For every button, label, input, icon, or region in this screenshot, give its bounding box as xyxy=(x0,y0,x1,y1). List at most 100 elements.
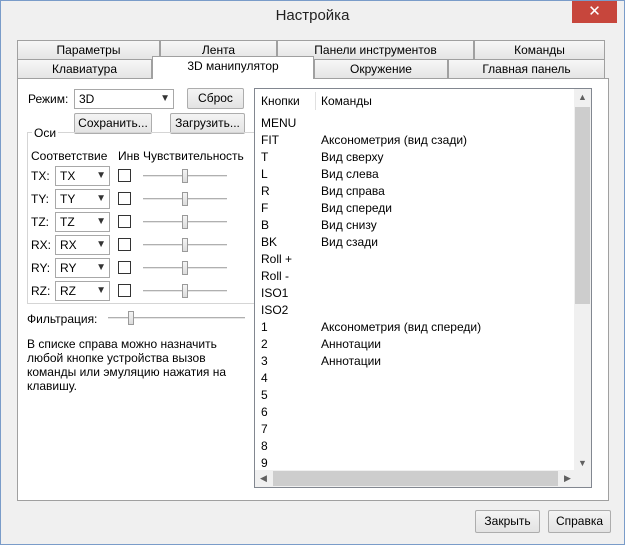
load-button[interactable]: Загрузить... xyxy=(170,113,245,134)
list-item[interactable]: T Вид сверху xyxy=(255,149,573,166)
list-item-button: 6 xyxy=(261,405,268,419)
slider-thumb[interactable] xyxy=(182,238,188,252)
title-bar[interactable]: Настройка ✕ xyxy=(1,1,624,31)
axis-invert-checkbox[interactable] xyxy=(118,215,131,228)
horizontal-scrollbar[interactable]: ◀ ▶ xyxy=(255,470,576,487)
list-item[interactable]: R Вид справа xyxy=(255,183,573,200)
slider-thumb[interactable] xyxy=(182,261,188,275)
axes-group-title: Оси xyxy=(32,126,59,140)
axis-label: TY: xyxy=(31,192,50,206)
column-separator[interactable] xyxy=(315,92,316,110)
axis-sensitivity-slider[interactable] xyxy=(143,284,227,298)
list-item[interactable]: 2 Аннотации xyxy=(255,336,573,353)
list-item-button: 7 xyxy=(261,422,268,436)
axis-sensitivity-slider[interactable] xyxy=(143,261,227,275)
list-item[interactable]: ISO1 xyxy=(255,285,573,302)
list-item-command: Вид слева xyxy=(321,167,379,181)
list-item[interactable]: 5 xyxy=(255,387,573,404)
commands-column-header[interactable]: Команды xyxy=(321,94,372,108)
list-item[interactable]: FIT Аксонометрия (вид сзади) xyxy=(255,132,573,149)
axis-mapping-select[interactable]: TY ▼ xyxy=(55,189,110,209)
list-item-command: Вид сверху xyxy=(321,150,384,164)
axis-sensitivity-slider[interactable] xyxy=(143,238,227,252)
button-command-list[interactable]: Кнопки Команды MENU FIT Аксонометрия (вид … xyxy=(254,88,592,488)
mode-value: 3D xyxy=(79,92,95,106)
close-button[interactable]: Закрыть xyxy=(475,510,540,533)
list-item-command: Вид справа xyxy=(321,184,385,198)
vertical-scrollbar[interactable]: ▲ ▼ xyxy=(574,89,591,472)
list-item-command: Вид снизу xyxy=(321,218,377,232)
list-item[interactable]: ISO2 xyxy=(255,302,573,319)
vertical-scroll-thumb[interactable] xyxy=(575,107,590,304)
reset-button[interactable]: Сброс xyxy=(187,88,244,109)
horizontal-scroll-thumb[interactable] xyxy=(273,471,558,486)
list-item[interactable]: Roll + xyxy=(255,251,573,268)
chevron-down-icon: ▼ xyxy=(96,239,106,250)
list-item[interactable]: 4 xyxy=(255,370,573,387)
tab-panel-3d-manipulator: Режим: 3D ▼ Сброс Сохранить... Загрузить… xyxy=(17,78,609,501)
axis-sensitivity-slider[interactable] xyxy=(143,169,227,183)
filter-label: Фильтрация: xyxy=(27,312,98,326)
list-item[interactable]: 8 xyxy=(255,438,573,455)
axis-mapping-select[interactable]: RZ ▼ xyxy=(55,281,110,301)
invert-column-header: Инв xyxy=(118,149,140,163)
list-item-button: R xyxy=(261,184,270,198)
slider-thumb[interactable] xyxy=(182,169,188,183)
buttons-column-header[interactable]: Кнопки xyxy=(261,94,300,108)
axis-label: RX: xyxy=(31,238,52,252)
axis-invert-checkbox[interactable] xyxy=(118,284,131,297)
tab-main-panel[interactable]: Главная панель xyxy=(448,59,605,78)
mode-select[interactable]: 3D ▼ xyxy=(74,89,174,109)
chevron-down-icon: ▼ xyxy=(96,262,106,273)
tab-keyboard[interactable]: Клавиатура xyxy=(17,59,152,78)
list-item[interactable]: BK Вид сзади xyxy=(255,234,573,251)
arrow-up-icon[interactable]: ▲ xyxy=(574,89,591,106)
axis-mapping-select[interactable]: TZ ▼ xyxy=(55,212,110,232)
list-item[interactable]: MENU xyxy=(255,115,573,132)
axis-sensitivity-slider[interactable] xyxy=(143,215,227,229)
list-item[interactable]: L Вид слева xyxy=(255,166,573,183)
filter-slider[interactable] xyxy=(108,311,245,325)
axis-invert-checkbox[interactable] xyxy=(118,192,131,205)
arrow-left-icon[interactable]: ◀ xyxy=(255,470,272,487)
axis-sensitivity-slider[interactable] xyxy=(143,192,227,206)
axis-invert-checkbox[interactable] xyxy=(118,238,131,251)
slider-thumb[interactable] xyxy=(182,215,188,229)
list-item[interactable]: 3 Аннотации xyxy=(255,353,573,370)
axis-mapping-select[interactable]: RY ▼ xyxy=(55,258,110,278)
list-item[interactable]: Roll - xyxy=(255,268,573,285)
tab-parameters[interactable]: Параметры xyxy=(17,40,160,59)
list-item-button: B xyxy=(261,218,270,232)
axis-mapping-select[interactable]: RX ▼ xyxy=(55,235,110,255)
mapping-column-header: Соответствие xyxy=(31,149,108,163)
close-icon[interactable]: ✕ xyxy=(572,1,617,23)
list-item-command: Аннотации xyxy=(321,354,381,368)
axis-invert-checkbox[interactable] xyxy=(118,169,131,182)
slider-thumb[interactable] xyxy=(182,192,188,206)
list-item-button: 1 xyxy=(261,320,268,334)
tab-commands[interactable]: Команды xyxy=(474,40,605,59)
save-button[interactable]: Сохранить... xyxy=(74,113,152,134)
list-item[interactable]: 1 Аксонометрия (вид спереди) xyxy=(255,319,573,336)
axis-label: TZ: xyxy=(31,215,49,229)
axis-label: RZ: xyxy=(31,284,51,298)
list-item-button: ISO2 xyxy=(261,303,289,317)
list-item-command: Аннотации xyxy=(321,337,381,351)
axis-mapping-select[interactable]: TX ▼ xyxy=(55,166,110,186)
tab-environment[interactable]: Окружение xyxy=(314,59,448,78)
slider-thumb[interactable] xyxy=(182,284,188,298)
axis-invert-checkbox[interactable] xyxy=(118,261,131,274)
info-text: В списке справа можно назначить любой кн… xyxy=(27,337,227,393)
filter-slider-thumb[interactable] xyxy=(128,311,134,325)
list-item[interactable]: F Вид спереди xyxy=(255,200,573,217)
list-item[interactable]: B Вид снизу xyxy=(255,217,573,234)
list-item[interactable]: 6 xyxy=(255,404,573,421)
list-item-button: 4 xyxy=(261,371,268,385)
list-item-button: T xyxy=(261,150,269,164)
list-item[interactable]: 7 xyxy=(255,421,573,438)
help-button[interactable]: Справка xyxy=(548,510,611,533)
axis-mapping-value: TX xyxy=(60,169,76,183)
tab-3d-manipulator[interactable]: 3D манипулятор xyxy=(152,56,314,79)
list-item-button: F xyxy=(261,201,269,215)
list-item-button: 3 xyxy=(261,354,268,368)
